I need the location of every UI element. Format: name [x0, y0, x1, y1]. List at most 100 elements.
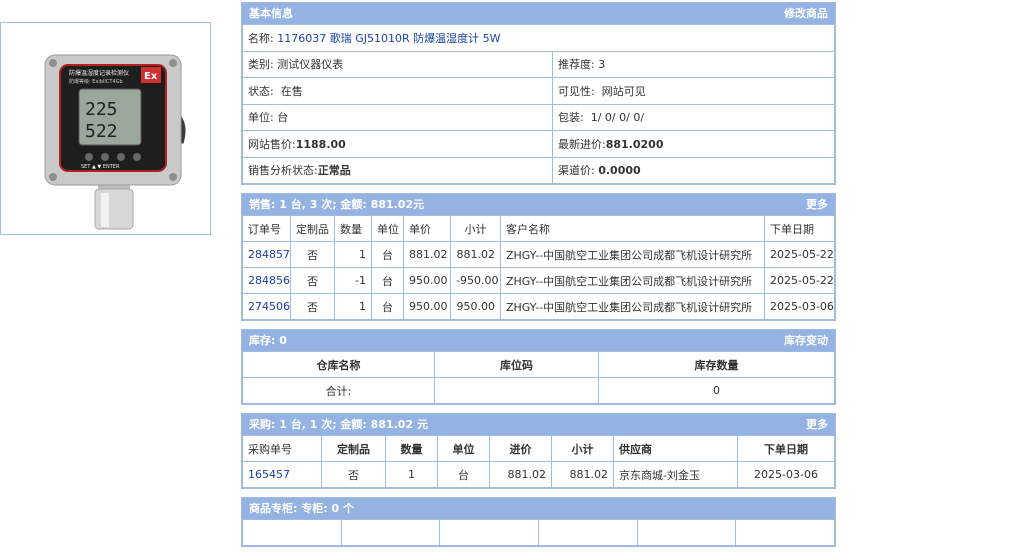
svg-text:225: 225: [85, 99, 118, 120]
sales-status-label: 销售分析状态:: [248, 164, 318, 178]
col-qty: 数量: [385, 435, 438, 462]
cabinet-title: 商品专柜: 专柜: 0 个: [249, 502, 354, 515]
purchase-table: 采购单号 定制品 数量 单位 进价 小计 供应商 下单日期 165457 否 1…: [242, 435, 835, 488]
price-value: 950.00: [403, 293, 451, 320]
subtotal-value: -950.00: [450, 267, 501, 294]
svg-text:522: 522: [85, 121, 118, 142]
web-price-value: 1188.00: [295, 137, 346, 151]
stock-table: 仓库名称 库位码 库存数量 合计: 0: [242, 351, 835, 404]
category-value: 测试仪器仪表: [277, 58, 344, 72]
recommend-cell: 推荐度: 3: [552, 50, 835, 78]
basic-info-title: 基本信息: [249, 7, 293, 20]
cabinet-table: [242, 519, 835, 546]
stock-change-link[interactable]: 库存变动: [784, 330, 828, 351]
unit-value: 台: [371, 241, 404, 268]
product-name-label: 名称:: [248, 31, 274, 45]
category-label: 类别:: [248, 58, 274, 72]
purchase-more-link[interactable]: 更多: [806, 414, 828, 435]
subtotal-value: 881.02: [450, 241, 501, 268]
table-row: 165457 否 1 台 881.02 881.02 京东商城-刘金玉 2025…: [242, 461, 835, 488]
order-link[interactable]: 274506: [242, 293, 291, 320]
sales-section: 销售: 1 台, 3 次; 金额: 881.02元 更多 订单号 定制品 数量 …: [241, 193, 836, 321]
status-value: 在售: [280, 84, 303, 98]
basic-info-header: 基本信息 修改商品: [242, 3, 835, 24]
package-value: 1/ 0/ 0/ 0/: [590, 111, 645, 125]
price-value: 950.00: [403, 267, 451, 294]
custom-value: 否: [290, 267, 335, 294]
col-stock-qty: 库存数量: [598, 351, 835, 378]
product-name-value: 1176037 歌瑞 GJ51010R 防爆温湿度计 5W: [277, 31, 501, 45]
stock-total-row: 合计: 0: [242, 377, 835, 404]
thermo-hygrometer-image: 防爆温湿度记录检测仪 防爆等级: ExibIICT4Gb Ex 225 522 …: [44, 54, 186, 230]
qty-value: 1: [334, 241, 372, 268]
unit-label: 单位:: [248, 111, 274, 125]
subtotal-value: 950.00: [450, 293, 501, 320]
status-cell: 状态: 在售: [242, 77, 553, 105]
price-value: 881.02: [403, 241, 451, 268]
order-link[interactable]: 284857: [242, 241, 291, 268]
col-date: 下单日期: [737, 435, 835, 462]
customer-value: ZHGY--中国航空工业集团公司成都飞机设计研究所: [500, 241, 765, 268]
col-cost: 进价: [489, 435, 552, 462]
date-value: 2025-05-22: [764, 267, 835, 294]
status-label: 状态:: [248, 84, 274, 98]
unit-value: 台: [371, 293, 404, 320]
purchase-order-link[interactable]: 165457: [242, 461, 322, 488]
date-value: 2025-03-06: [737, 461, 835, 488]
unit-cell: 单位: 台: [242, 103, 553, 131]
visibility-value: 网站可见: [601, 84, 646, 98]
custom-value: 否: [290, 241, 335, 268]
unit-value: 台: [437, 461, 490, 488]
channel-price-cell: 渠道价: 0.0000: [552, 156, 835, 184]
subtotal-value: 881.02: [551, 461, 614, 488]
recommend-value: 3: [598, 58, 606, 72]
qty-value: -1: [334, 267, 372, 294]
channel-price-label: 渠道价:: [558, 164, 595, 178]
col-customer: 客户名称: [500, 215, 765, 242]
category-cell: 类别: 测试仪器仪表: [242, 50, 553, 78]
custom-value: 否: [290, 293, 335, 320]
col-unit: 单位: [371, 215, 404, 242]
purchase-section: 采购: 1 台, 1 次; 金额: 881.02 元 更多 采购单号 定制品 数…: [241, 413, 836, 489]
purchase-title: 采购: 1 台, 1 次; 金额: 881.02 元: [249, 418, 428, 431]
stock-total-location: [434, 377, 599, 404]
col-date: 下单日期: [764, 215, 835, 242]
col-purchase-no: 采购单号: [242, 435, 322, 462]
stock-header-row: 仓库名称 库位码 库存数量: [242, 351, 835, 378]
qty-value: 1: [334, 293, 372, 320]
recommend-label: 推荐度:: [558, 58, 595, 72]
purchase-header-row: 采购单号 定制品 数量 单位 进价 小计 供应商 下单日期: [242, 435, 835, 462]
unit-value: 台: [277, 111, 289, 125]
sales-more-link[interactable]: 更多: [806, 194, 828, 215]
cabinet-section: 商品专柜: 专柜: 0 个: [241, 497, 836, 547]
product-image: 防爆温湿度记录检测仪 防爆等级: ExibIICT4Gb Ex 225 522 …: [0, 22, 211, 235]
customer-value: ZHGY--中国航空工业集团公司成都飞机设计研究所: [500, 293, 765, 320]
col-warehouse: 仓库名称: [242, 351, 435, 378]
order-link[interactable]: 284856: [242, 267, 291, 294]
purchase-header: 采购: 1 台, 1 次; 金额: 881.02 元 更多: [242, 414, 835, 435]
cost-value: 881.02: [489, 461, 552, 488]
stock-header: 库存: 0 库存变动: [242, 330, 835, 351]
date-value: 2025-05-22: [764, 241, 835, 268]
visibility-label: 可见性:: [558, 84, 595, 98]
unit-value: 台: [371, 267, 404, 294]
edit-product-link[interactable]: 修改商品: [784, 3, 828, 24]
sales-status-cell: 销售分析状态:正常品: [242, 156, 553, 184]
latest-price-cell: 最新进价:881.0200: [552, 130, 835, 158]
supplier-value: 京东商城-刘金玉: [613, 461, 738, 488]
svg-text:防爆等级: ExibIICT4Gb: 防爆等级: ExibIICT4Gb: [69, 78, 123, 85]
col-subtotal: 小计: [551, 435, 614, 462]
web-price-cell: 网站售价:1188.00: [242, 130, 553, 158]
sales-header-row: 订单号 定制品 数量 单位 单价 小计 客户名称 下单日期: [242, 215, 835, 242]
date-value: 2025-03-06: [764, 293, 835, 320]
col-qty: 数量: [334, 215, 372, 242]
stock-total-label: 合计:: [242, 377, 435, 404]
col-custom: 定制品: [290, 215, 335, 242]
cabinet-header: 商品专柜: 专柜: 0 个: [242, 498, 835, 519]
col-price: 单价: [403, 215, 451, 242]
package-label: 包装:: [558, 111, 584, 125]
basic-info-section: 基本信息 修改商品 名称: 1176037 歌瑞 GJ51010R 防爆温湿度计…: [241, 2, 836, 185]
customer-value: ZHGY--中国航空工业集团公司成都飞机设计研究所: [500, 267, 765, 294]
col-order-no: 订单号: [242, 215, 291, 242]
latest-price-label: 最新进价:: [558, 137, 606, 151]
